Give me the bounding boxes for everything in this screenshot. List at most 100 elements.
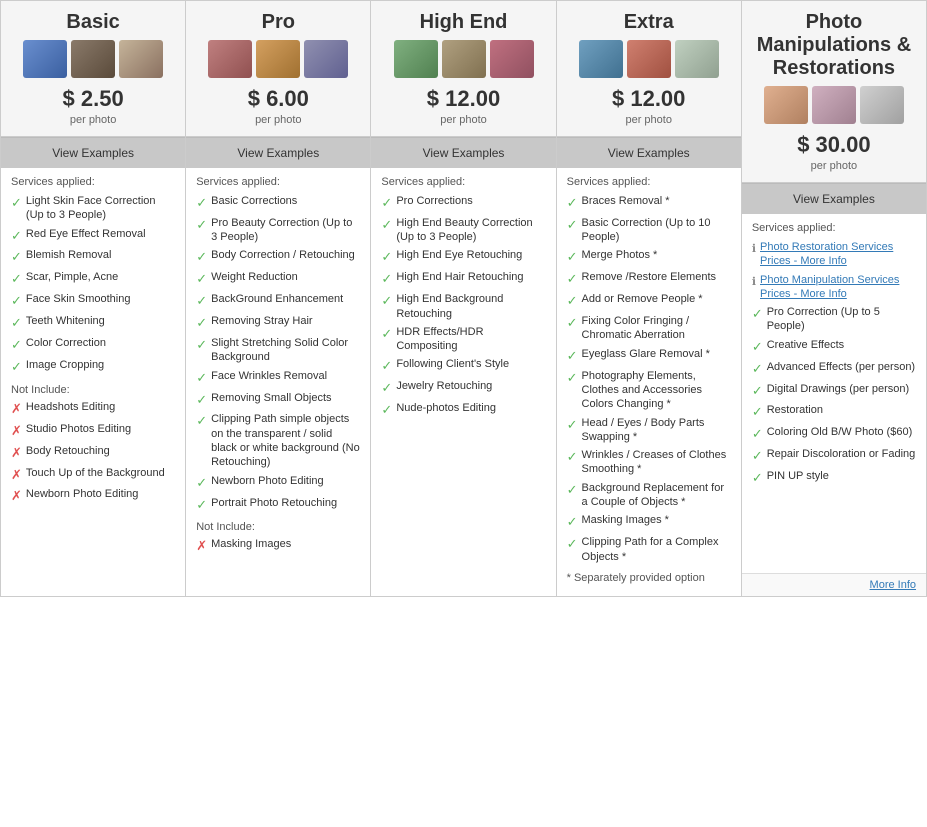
included-item-manipulations-1: ✓Creative Effects <box>752 338 916 356</box>
col-title-manipulations: Photo Manipulations & Restorations <box>747 11 921 80</box>
not-included-item-pro-0: ✗Masking Images <box>196 537 360 555</box>
included-text-extra-12: Clipping Path for a Complex Objects * <box>582 535 731 564</box>
view-examples-btn-manipulations[interactable]: View Examples <box>742 183 926 214</box>
included-text-manipulations-4: Restoration <box>767 403 823 417</box>
included-text-high-end-5: HDR Effects/HDR Compositing <box>396 325 545 354</box>
included-text-basic-3: Scar, Pimple, Acne <box>26 270 118 284</box>
not-include-label-pro: Not Include: <box>196 521 360 533</box>
not-included-text-basic-0: Headshots Editing <box>26 400 115 414</box>
info-circle-icon: ℹ <box>752 242 756 256</box>
included-text-basic-4: Face Skin Smoothing <box>26 292 131 306</box>
check-icon: ✓ <box>196 271 207 288</box>
included-text-manipulations-3: Digital Drawings (per person) <box>767 382 909 396</box>
included-text-extra-3: Remove /Restore Elements <box>582 270 717 284</box>
more-info-link[interactable]: More Info <box>742 573 926 596</box>
view-examples-btn-extra[interactable]: View Examples <box>557 137 741 168</box>
info-link-sub-manipulations-0[interactable]: Prices - More Info <box>760 255 847 267</box>
included-text-basic-7: Image Cropping <box>26 358 104 372</box>
included-text-high-end-1: High End Beauty Correction (Up to 3 Peop… <box>396 216 545 245</box>
included-text-high-end-8: Nude-photos Editing <box>396 401 496 415</box>
info-item-text-manipulations-0: Photo Restoration Services Prices - More… <box>760 240 916 269</box>
services-section-manipulations: Services applied:ℹPhoto Restoration Serv… <box>742 214 926 573</box>
view-examples-btn-pro[interactable]: View Examples <box>186 137 370 168</box>
col-basic: Basic$ 2.50per photoView ExamplesService… <box>1 1 186 596</box>
included-item-basic-4: ✓ Face Skin Smoothing <box>11 292 175 310</box>
included-item-manipulations-7: ✓PIN UP style <box>752 469 916 487</box>
cross-icon: ✗ <box>11 423 22 440</box>
info-item-text-manipulations-1: Photo Manipulation Services Prices - Mor… <box>760 273 916 302</box>
check-icon: ✓ <box>196 370 207 387</box>
not-included-text-basic-3: Touch Up of the Background <box>26 466 165 480</box>
check-icon: ✓ <box>567 348 578 365</box>
check-icon: ✓ <box>567 271 578 288</box>
included-item-high-end-3: ✓High End Hair Retouching <box>381 270 545 288</box>
check-icon: ✓ <box>196 293 207 310</box>
photo-thumb-extra-0 <box>579 40 623 78</box>
check-icon: ✓ <box>381 402 392 419</box>
included-item-basic-7: ✓Image Cropping <box>11 358 175 376</box>
col-high-end: High End$ 12.00per photoView ExamplesSer… <box>371 1 556 596</box>
photos-row-pro <box>191 40 365 78</box>
col-manipulations: Photo Manipulations & Restorations$ 30.0… <box>742 1 926 596</box>
included-text-pro-1: Pro Beauty Correction (Up to 3 People) <box>211 216 360 245</box>
check-icon: ✓ <box>567 315 578 332</box>
photo-thumb-basic-1 <box>71 40 115 78</box>
included-item-pro-4: ✓BackGround Enhancement <box>196 292 360 310</box>
photo-thumb-pro-1 <box>256 40 300 78</box>
services-section-high-end: Services applied:✓Pro Corrections✓High E… <box>371 168 555 596</box>
included-text-extra-9: Wrinkles / Creases of Clothes Smoothing … <box>582 448 731 477</box>
services-label-high-end: Services applied: <box>381 176 545 188</box>
check-icon: ✓ <box>752 426 763 443</box>
included-item-high-end-0: ✓Pro Corrections <box>381 194 545 212</box>
included-item-basic-5: ✓Teeth Whitening <box>11 314 175 332</box>
cross-icon: ✗ <box>11 445 22 462</box>
included-text-manipulations-2: Advanced Effects (per person) <box>767 360 915 374</box>
check-icon: ✓ <box>196 337 207 354</box>
photo-thumb-manipulations-0 <box>764 86 808 124</box>
included-text-extra-1: Basic Correction (Up to 10 People) <box>582 216 731 245</box>
check-icon: ✓ <box>381 380 392 397</box>
check-icon: ✓ <box>11 293 22 310</box>
photos-row-extra <box>562 40 736 78</box>
check-icon: ✓ <box>11 315 22 332</box>
price-high-end: $ 12.00 <box>376 86 550 112</box>
photo-thumb-high-end-2 <box>490 40 534 78</box>
included-text-pro-3: Weight Reduction <box>211 270 298 284</box>
col-title-pro: Pro <box>191 11 365 34</box>
not-included-text-basic-2: Body Retouching <box>26 444 110 458</box>
per-photo-basic: per photo <box>6 114 180 126</box>
included-text-pro-11: Portrait Photo Retouching <box>211 496 337 510</box>
photo-thumb-basic-2 <box>119 40 163 78</box>
check-icon: ✓ <box>752 448 763 465</box>
col-extra: Extra$ 12.00per photoView ExamplesServic… <box>557 1 742 596</box>
included-text-pro-5: Removing Stray Hair <box>211 314 312 328</box>
info-link-sub-manipulations-1[interactable]: Prices - More Info <box>760 288 847 300</box>
view-examples-btn-high-end[interactable]: View Examples <box>371 137 555 168</box>
included-item-manipulations-2: ✓Advanced Effects (per person) <box>752 360 916 378</box>
included-item-pro-0: ✓Basic Corrections <box>196 194 360 212</box>
not-included-text-pro-0: Masking Images <box>211 537 291 551</box>
view-examples-btn-basic[interactable]: View Examples <box>1 137 185 168</box>
check-icon: ✓ <box>196 392 207 409</box>
pricing-table: Basic$ 2.50per photoView ExamplesService… <box>0 0 927 597</box>
check-icon: ✓ <box>381 293 392 310</box>
not-include-label-extra: * Separately provided option <box>567 572 731 584</box>
included-text-extra-11: Masking Images * <box>582 513 669 527</box>
info-link-main-manipulations-0[interactable]: Photo Restoration Services <box>760 241 893 253</box>
check-icon: ✓ <box>196 195 207 212</box>
included-item-extra-12: ✓Clipping Path for a Complex Objects * <box>567 535 731 564</box>
included-item-extra-4: ✓Add or Remove People * <box>567 292 731 310</box>
price-basic: $ 2.50 <box>6 86 180 112</box>
included-text-high-end-3: High End Hair Retouching <box>396 270 523 284</box>
cross-icon: ✗ <box>11 401 22 418</box>
per-photo-extra: per photo <box>562 114 736 126</box>
col-header-high-end: High End$ 12.00per photo <box>371 1 555 137</box>
included-item-manipulations-4: ✓Restoration <box>752 403 916 421</box>
included-item-extra-11: ✓Masking Images * <box>567 513 731 531</box>
included-item-extra-1: ✓Basic Correction (Up to 10 People) <box>567 216 731 245</box>
included-item-basic-0: ✓Light Skin Face Correction (Up to 3 Peo… <box>11 194 175 223</box>
check-icon: ✓ <box>567 536 578 553</box>
included-item-pro-1: ✓Pro Beauty Correction (Up to 3 People) <box>196 216 360 245</box>
col-title-high-end: High End <box>376 11 550 34</box>
info-link-main-manipulations-1[interactable]: Photo Manipulation Services <box>760 274 899 286</box>
